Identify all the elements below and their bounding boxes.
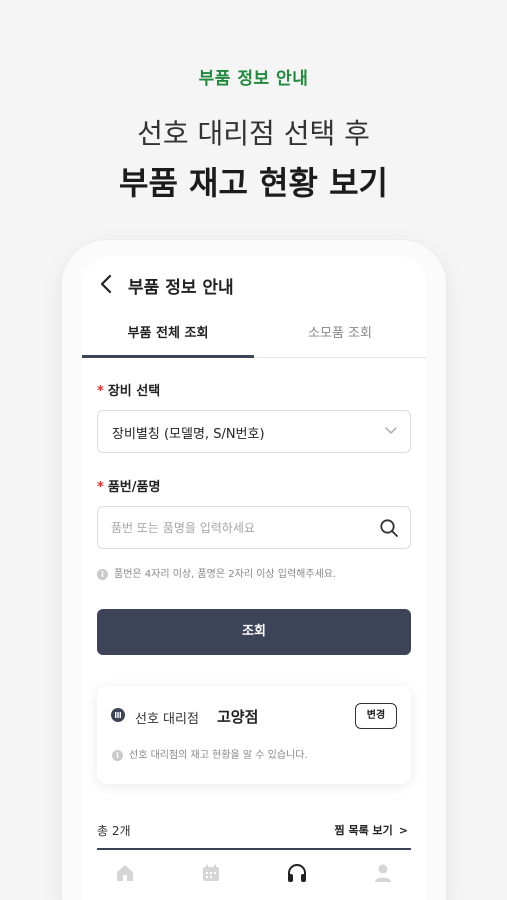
back-arrow-icon[interactable] <box>98 274 114 294</box>
input-hint: i 품번은 4자리 이상, 품명은 2자리 이상 입력해주세요. <box>97 565 336 580</box>
chevron-right-icon: > <box>398 824 408 837</box>
nav-my-page[interactable] <box>340 862 426 888</box>
bottom-nav <box>82 850 426 900</box>
promo-headline-line1: 선호 대리점 선택 후 <box>137 117 370 150</box>
store-icon <box>111 708 125 722</box>
nav-support[interactable] <box>254 862 340 888</box>
headset-icon <box>288 864 306 882</box>
part-search-field <box>97 506 411 549</box>
page-title: 부품 정보 안내 <box>128 278 234 298</box>
search-icon[interactable] <box>379 518 399 538</box>
person-icon <box>375 864 391 882</box>
preferred-store-card: 선호 대리점 고양점 변경 i 선호 대리점의 재고 현황을 알 수 있습니다. <box>97 686 411 784</box>
calendar-icon <box>203 864 219 881</box>
promo-subtitle: 부품 정보 안내 <box>198 69 309 89</box>
nav-home[interactable] <box>82 862 168 888</box>
part-label-text: 품번/품명 <box>107 480 161 495</box>
part-search-input[interactable] <box>111 517 361 539</box>
app-bar: 부품 정보 안내 <box>82 256 426 312</box>
equipment-label-text: 장비 선택 <box>107 384 161 399</box>
info-icon: i <box>97 568 108 580</box>
change-store-button[interactable]: 변경 <box>355 703 397 729</box>
required-mark: * <box>97 480 104 495</box>
home-icon <box>117 865 133 881</box>
tab-all-parts[interactable]: 부품 전체 조회 <box>82 314 254 358</box>
info-icon: i <box>112 749 123 761</box>
search-button[interactable]: 조회 <box>97 609 411 655</box>
input-hint-text: 품번은 4자리 이상, 품명은 2자리 이상 입력해주세요. <box>114 569 337 580</box>
chevron-down-icon <box>385 427 397 434</box>
promo-headline-line2: 부품 재고 현황 보기 <box>119 164 388 202</box>
results-total: 총 2개 <box>97 824 131 838</box>
wishlist-link[interactable]: 찜 목록 보기 > <box>335 822 408 838</box>
equipment-select[interactable]: 장비별칭 (모델명, S/N번호) <box>97 410 411 453</box>
tab-consumables[interactable]: 소모품 조회 <box>254 314 426 358</box>
equipment-label: * 장비 선택 <box>97 380 160 399</box>
wishlist-link-text: 찜 목록 보기 <box>334 824 393 837</box>
app-screen: 부품 정보 안내 부품 전체 조회 소모품 조회 * 장비 선택 장비별칭 (모델… <box>82 256 426 900</box>
part-label: * 품번/품명 <box>97 476 160 495</box>
store-note: i 선호 대리점의 재고 현황을 알 수 있습니다. <box>112 746 308 761</box>
nav-calendar[interactable] <box>168 862 254 888</box>
store-label: 선호 대리점 <box>135 712 199 727</box>
tab-bar: 부품 전체 조회 소모품 조회 <box>82 314 426 358</box>
required-mark: * <box>97 384 104 399</box>
store-name: 고양점 <box>217 708 259 726</box>
equipment-select-value: 장비별칭 (모델명, S/N번호) <box>112 427 265 442</box>
store-note-text: 선호 대리점의 재고 현황을 알 수 있습니다. <box>129 750 308 761</box>
